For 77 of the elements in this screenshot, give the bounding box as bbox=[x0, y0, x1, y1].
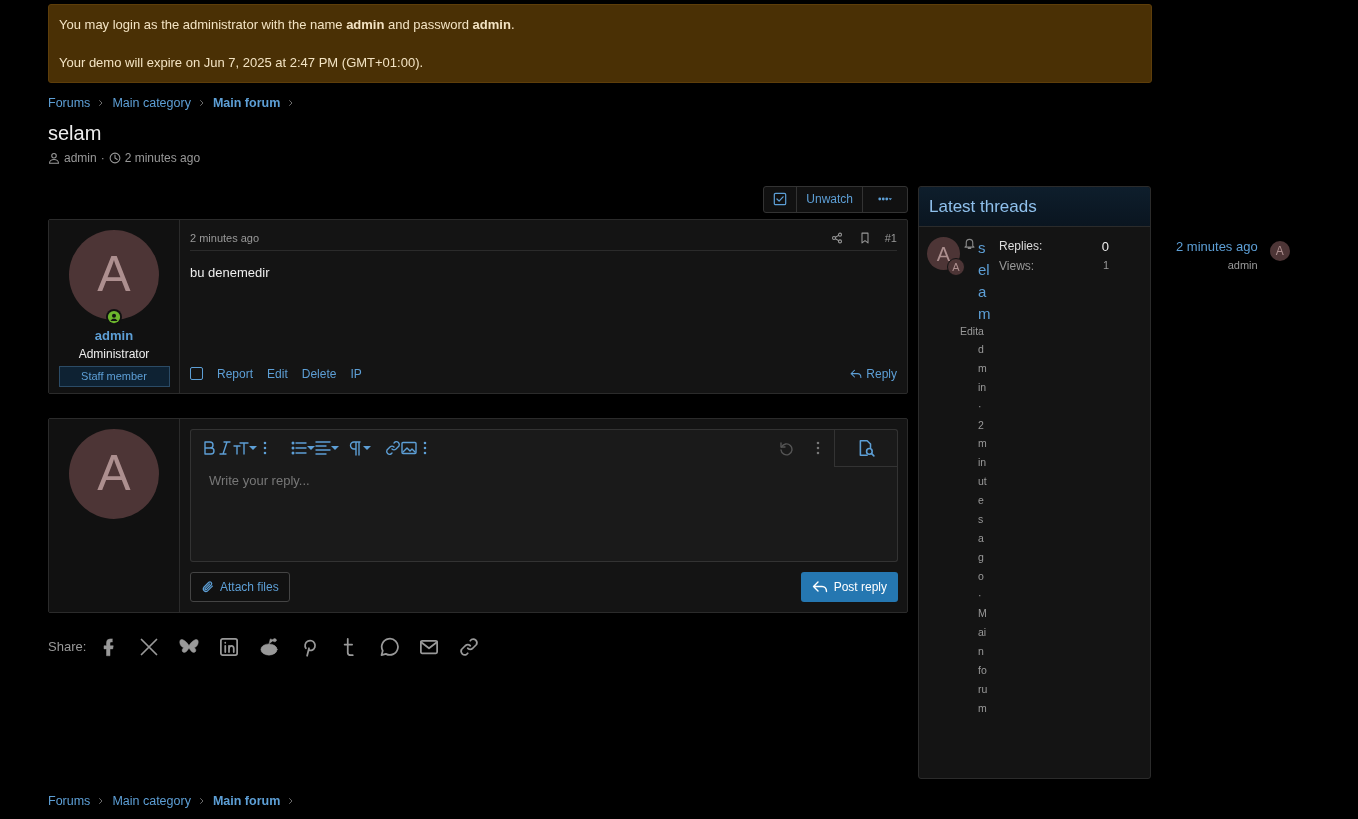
link-icon bbox=[459, 636, 480, 657]
breadcrumb-link[interactable]: Forums bbox=[48, 792, 91, 811]
chevron-right-icon bbox=[197, 796, 206, 807]
post-action-link[interactable]: Edit bbox=[267, 364, 288, 383]
separator-dot: · bbox=[100, 149, 105, 167]
toolbar-button[interactable] bbox=[315, 440, 339, 457]
toolbar-button[interactable] bbox=[217, 440, 233, 457]
breadcrumb-link[interactable]: Main forum bbox=[212, 94, 281, 113]
post-body: bu denemedir bbox=[190, 264, 271, 283]
align-icon bbox=[315, 440, 331, 457]
stat-value: 1 bbox=[1102, 257, 1109, 273]
thread-title-link[interactable]: selam bbox=[978, 237, 993, 325]
user-avatar[interactable]: A bbox=[1269, 241, 1290, 262]
staff-badge: Staff member bbox=[58, 366, 170, 387]
thread-title: selam bbox=[48, 120, 103, 145]
list-icon bbox=[291, 440, 307, 457]
caret-down-icon bbox=[307, 446, 315, 451]
bell-icon bbox=[963, 237, 976, 251]
toolbar-button[interactable] bbox=[347, 440, 371, 457]
undo-icon bbox=[778, 440, 794, 457]
sidebar-title: Latest threads bbox=[919, 186, 1150, 228]
text-size-icon bbox=[233, 440, 249, 457]
linkedin-icon bbox=[219, 636, 240, 657]
thread-meta: dmin · 2 minutes ago · Main forum bbox=[978, 342, 989, 716]
caret-down-icon bbox=[363, 446, 371, 451]
attach-files-button[interactable]: Attach files bbox=[190, 571, 290, 602]
toolbar-button[interactable] bbox=[201, 440, 217, 457]
post-number-link[interactable]: #1 bbox=[884, 229, 897, 247]
reply-arrow-icon bbox=[850, 367, 863, 380]
post-action-link[interactable]: Delete bbox=[301, 364, 337, 383]
share-icon bbox=[830, 232, 843, 244]
user-icon bbox=[48, 151, 60, 164]
toolbar-button[interactable] bbox=[385, 440, 401, 457]
italic-icon bbox=[217, 440, 233, 457]
unwatch-button[interactable]: Unwatch bbox=[796, 186, 862, 212]
notice-text: You may login as the administrator with the name admin and password admin. bbox=[59, 16, 516, 34]
last-post-user: admin bbox=[1226, 257, 1258, 273]
reply-input-field[interactable]: Write your reply... bbox=[190, 466, 898, 562]
toolbar-button[interactable] bbox=[401, 440, 417, 457]
caret-down-icon bbox=[249, 446, 257, 451]
username-link[interactable]: admin bbox=[94, 325, 134, 346]
last-post-time-link[interactable]: 2 minutes ago bbox=[1176, 239, 1258, 255]
post-action-link[interactable]: IP bbox=[350, 364, 362, 383]
notice-text: Your demo will expire on Jun 7, 2025 at 2:47 PM (GMT+01:00). bbox=[59, 53, 425, 72]
stat-value: 0 bbox=[1101, 238, 1109, 257]
bookmark-icon bbox=[858, 232, 871, 244]
stat-label: Replies: bbox=[999, 238, 1043, 256]
toolbar-button[interactable] bbox=[291, 440, 315, 457]
chevron-right-icon bbox=[197, 98, 206, 109]
select-checkbox[interactable] bbox=[190, 367, 203, 381]
document-search-icon bbox=[857, 438, 875, 457]
reply-link[interactable]: Reply bbox=[850, 364, 897, 383]
post-time: 2 minutes ago bbox=[190, 230, 260, 246]
paragraph-icon bbox=[347, 440, 363, 457]
image-icon bbox=[401, 440, 417, 457]
toolbar-button[interactable] bbox=[233, 440, 257, 457]
clock-icon bbox=[108, 151, 121, 164]
thread-author[interactable]: admin bbox=[64, 148, 97, 167]
user-avatar[interactable]: A bbox=[69, 229, 159, 320]
share-label: Share: bbox=[48, 638, 87, 656]
thread-time: 2 minutes ago bbox=[124, 149, 201, 167]
caret-down-icon bbox=[331, 446, 339, 451]
breadcrumb-link[interactable]: Forums bbox=[48, 94, 91, 113]
stat-label: Views: bbox=[999, 257, 1035, 275]
bold-icon bbox=[201, 440, 217, 457]
user-title: Administrator bbox=[78, 346, 150, 364]
user-avatar[interactable]: A bbox=[69, 428, 159, 519]
link-icon bbox=[385, 440, 401, 457]
x-icon bbox=[139, 636, 160, 657]
checked-box-icon bbox=[773, 192, 788, 207]
breadcrumb-link[interactable]: Main forum bbox=[212, 792, 281, 811]
edited-label: Edita bbox=[960, 324, 985, 340]
paperclip-icon bbox=[201, 579, 215, 594]
post-reply-button[interactable]: Post reply bbox=[800, 571, 898, 602]
post-action-link[interactable]: Report bbox=[217, 364, 254, 383]
breadcrumb-link[interactable]: Main category bbox=[112, 94, 191, 113]
breadcrumb-link[interactable]: Main category bbox=[112, 792, 191, 811]
